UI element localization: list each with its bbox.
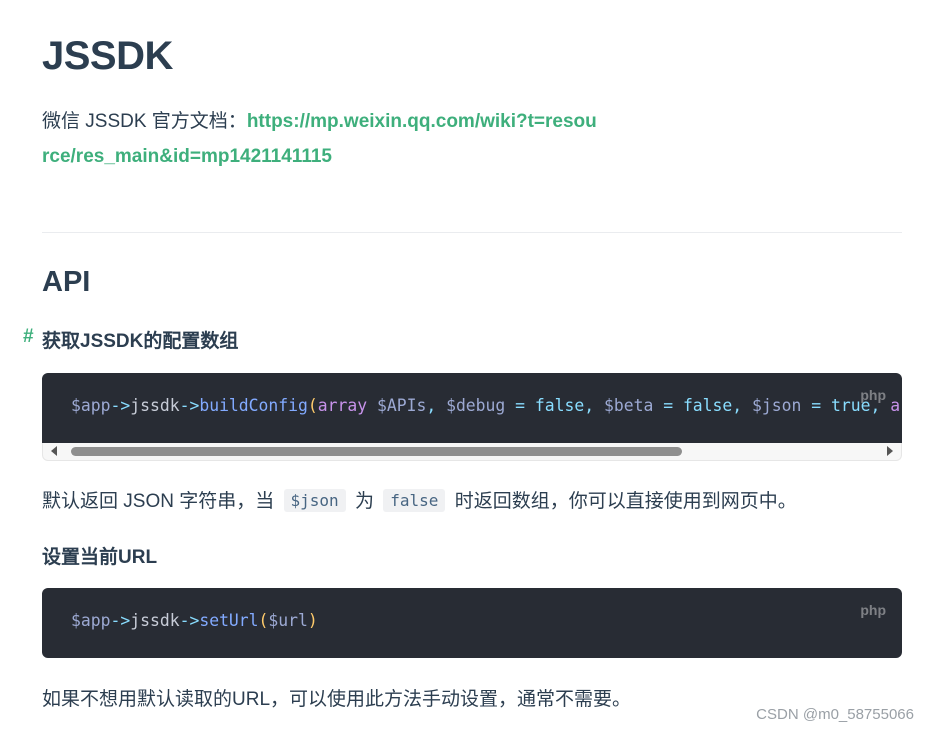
code-block-set-url: php $app->jssdk->setUrl($url) bbox=[42, 588, 902, 658]
code-token: false bbox=[682, 396, 733, 415]
code-token: = bbox=[653, 396, 683, 415]
code-token: ( bbox=[307, 396, 318, 415]
code-lang-label: php bbox=[860, 602, 886, 618]
code-token: app bbox=[80, 611, 111, 630]
build-config-description: 默认返回 JSON 字符串，当 $json 为 false 时返回数组，你可以直… bbox=[42, 486, 797, 513]
code-token: , bbox=[426, 396, 437, 415]
page-title: JSSDK bbox=[42, 34, 173, 78]
code-token: app bbox=[80, 396, 111, 415]
code-token: ( bbox=[258, 611, 269, 630]
code-token: $debug bbox=[436, 396, 506, 415]
code-line: $app->jssdk->buildConfig(array $APIs, $d… bbox=[71, 396, 902, 415]
code-token: setUrl bbox=[199, 611, 259, 630]
code-token: false bbox=[534, 396, 585, 415]
code-token: -> bbox=[110, 611, 131, 630]
code-token: jssdk bbox=[130, 611, 180, 630]
code-token: $url bbox=[268, 611, 308, 630]
code-horizontal-scrollbar[interactable] bbox=[42, 443, 902, 461]
code-token: -> bbox=[179, 396, 200, 415]
code-token: , bbox=[870, 396, 881, 415]
intro-paragraph: 微信 JSSDK 官方文档：https://mp.weixin.qq.com/w… bbox=[42, 104, 602, 174]
scroll-thumb[interactable] bbox=[71, 447, 682, 456]
code-token: $json bbox=[742, 396, 802, 415]
code-token: $beta bbox=[594, 396, 654, 415]
intro-text: 微信 JSSDK 官方文档： bbox=[42, 111, 247, 132]
code-token: $APIs bbox=[367, 396, 427, 415]
heading-build-config: # 获取JSSDK的配置数组 bbox=[23, 326, 239, 353]
code-token: , bbox=[732, 396, 743, 415]
watermark: CSDN @m0_58755066 bbox=[756, 706, 914, 723]
scroll-right-arrow-icon[interactable] bbox=[887, 446, 893, 456]
heading-set-url: 设置当前URL bbox=[42, 547, 158, 568]
desc-text: 为 bbox=[349, 491, 380, 512]
code-token: -> bbox=[110, 396, 131, 415]
code-token: = bbox=[505, 396, 535, 415]
code-line: $app->jssdk->setUrl($url) bbox=[71, 611, 318, 630]
code-token: $ bbox=[71, 611, 81, 630]
inline-code-json: $json bbox=[283, 489, 346, 512]
code-token: ) bbox=[307, 611, 318, 630]
code-token: array bbox=[890, 396, 902, 415]
code-token: , bbox=[584, 396, 595, 415]
scroll-left-arrow-icon[interactable] bbox=[51, 446, 57, 456]
code-block-build-config: php $app->jssdk->buildConfig(array $APIs… bbox=[42, 373, 902, 443]
code-token: jssdk bbox=[130, 396, 180, 415]
header-anchor[interactable]: # bbox=[23, 326, 34, 348]
code-token: array bbox=[317, 396, 368, 415]
set-url-description: 如果不想用默认读取的URL，可以使用此方法手动设置，通常不需要。 bbox=[42, 689, 632, 710]
desc-text: 时返回数组，你可以直接使用到网页中。 bbox=[449, 491, 797, 512]
section-divider bbox=[42, 232, 902, 233]
code-token: true bbox=[830, 396, 871, 415]
code-token: buildConfig bbox=[199, 396, 308, 415]
code-token: = bbox=[801, 396, 831, 415]
code-token: -> bbox=[179, 611, 200, 630]
heading-text: 获取JSSDK的配置数组 bbox=[42, 331, 239, 352]
code-token: $ bbox=[71, 396, 81, 415]
desc-text: 默认返回 JSON 字符串，当 bbox=[42, 491, 280, 512]
section-title-api: API bbox=[42, 266, 91, 298]
inline-code-false: false bbox=[383, 489, 446, 512]
